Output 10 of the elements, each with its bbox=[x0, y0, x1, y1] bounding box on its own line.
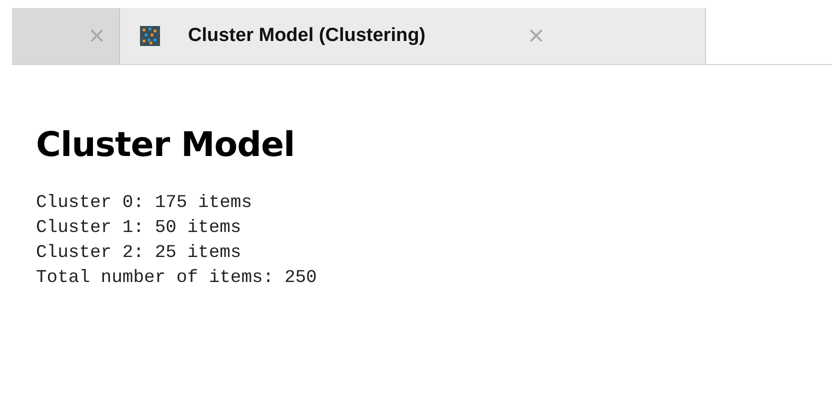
close-button[interactable]: × bbox=[528, 22, 544, 50]
result-line: Cluster 2: 25 items bbox=[36, 242, 242, 265]
tab[interactable]: × bbox=[12, 8, 120, 64]
page-heading: Cluster Model bbox=[36, 125, 296, 165]
tab[interactable]: Cluster Model (Clustering) × bbox=[120, 8, 706, 64]
close-button[interactable]: × bbox=[88, 22, 105, 50]
result-line: Cluster 1: 50 items bbox=[36, 217, 242, 240]
result-line: Total number of items: 250 bbox=[36, 267, 318, 290]
result-line: Cluster 0: 175 items bbox=[36, 192, 254, 215]
scatter-icon bbox=[140, 26, 160, 46]
